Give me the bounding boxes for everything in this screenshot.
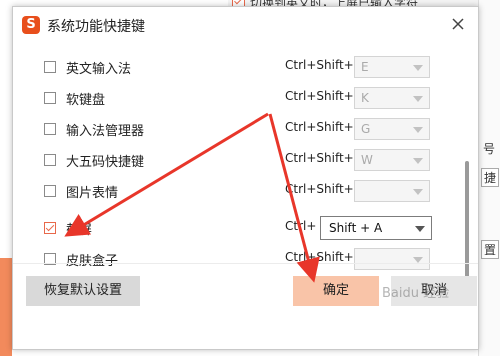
background-window-edge: 号 捷 置 [478, 0, 500, 356]
background-fragment: 置 [481, 240, 500, 259]
shortcut-row-manager: 输入法管理器 Ctrl+Shift+ G [13, 115, 458, 145]
checkbox-emoji[interactable] [44, 185, 56, 197]
key-select[interactable] [354, 180, 430, 202]
chevron-down-icon [413, 189, 423, 195]
modifier-label: Ctrl+ [285, 219, 317, 233]
background-accent [0, 258, 12, 356]
modifier-label: Ctrl+Shift+ [285, 120, 354, 134]
scrollbar[interactable] [462, 53, 472, 291]
modifier-label: Ctrl+Shift+ [285, 250, 354, 264]
key-select[interactable]: W [354, 149, 430, 171]
shortcut-label: 输入法管理器 [66, 124, 145, 139]
key-select[interactable]: K [354, 87, 430, 109]
key-value: Shift + A [329, 221, 383, 235]
key-select[interactable]: G [354, 118, 430, 140]
checkbox-screenshot[interactable] [44, 222, 56, 234]
shortcut-row-big5: 大五码快捷键 Ctrl+Shift+ W [13, 146, 458, 176]
modifier-label: Ctrl+Shift+ [285, 151, 354, 165]
checkbox-softkeyboard[interactable] [44, 92, 56, 104]
chevron-down-icon [413, 127, 423, 133]
close-icon[interactable] [448, 14, 468, 34]
dialog-titlebar: S 系统功能快捷键 [13, 7, 478, 43]
chevron-down-icon [413, 96, 423, 102]
checkbox-manager[interactable] [44, 123, 56, 135]
dialog-footer: 恢复默认设置 确定 取消 [13, 263, 478, 350]
shortcut-label: 图片表情 [66, 186, 119, 201]
shortcut-label: 截屏 [66, 223, 93, 238]
background-fragment: 捷 [481, 168, 500, 187]
shortcut-label: 大五码快捷键 [66, 155, 145, 170]
reset-defaults-button[interactable]: 恢复默认设置 [26, 276, 140, 306]
key-value: G [361, 122, 371, 136]
background-fragment: 号 [483, 142, 496, 156]
checkbox-english[interactable] [44, 61, 56, 73]
shortcut-row-english: 英文输入法 Ctrl+Shift+ E [13, 53, 458, 83]
key-select[interactable]: Shift + A [320, 216, 432, 240]
modifier-label: Ctrl+Shift+ [285, 89, 354, 103]
shortcut-row-emoji: 图片表情 Ctrl+Shift+ [13, 177, 458, 207]
chevron-down-icon [413, 158, 423, 164]
shortcut-label: 英文输入法 [66, 62, 132, 77]
scrollbar-thumb[interactable] [465, 161, 469, 279]
shortcut-row-softkeyboard: 软键盘 Ctrl+Shift+ K [13, 84, 458, 114]
key-value: E [361, 60, 369, 74]
ok-button[interactable]: 确定 [293, 276, 379, 306]
checkbox-big5[interactable] [44, 154, 56, 166]
chevron-down-icon [413, 65, 423, 71]
modifier-label: Ctrl+Shift+ [285, 58, 354, 72]
shortcut-label: 软键盘 [66, 93, 106, 108]
key-value: K [361, 91, 369, 105]
sogou-logo-icon: S [22, 16, 40, 34]
watermark: Baidu 经验 [382, 286, 450, 301]
modifier-label: Ctrl+Shift+ [285, 182, 354, 196]
shortcut-row-screenshot: 截屏 Ctrl+ Shift + A [13, 214, 458, 244]
chevron-down-icon [415, 226, 425, 232]
key-value: W [361, 153, 373, 167]
key-select[interactable]: E [354, 56, 430, 78]
dialog-title: 系统功能快捷键 [47, 19, 145, 35]
